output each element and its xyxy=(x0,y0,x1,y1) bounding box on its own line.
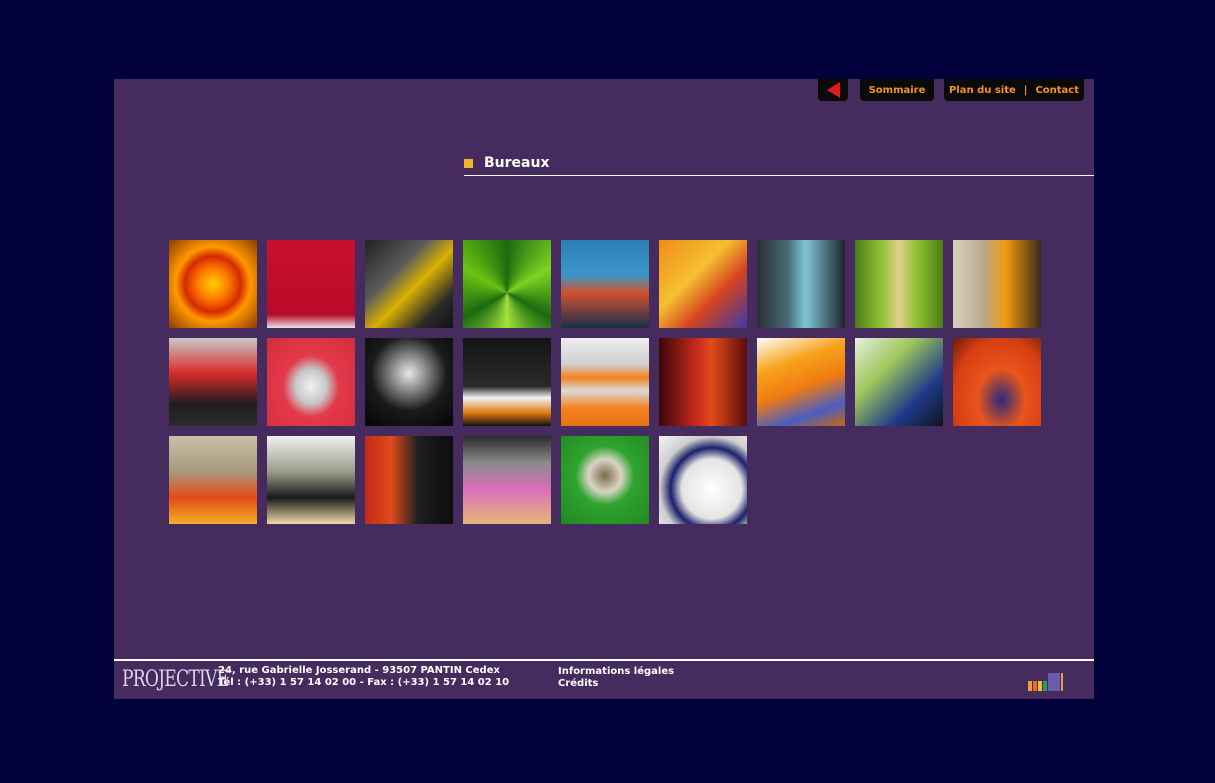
address-line: 24, rue Gabrielle Josserand - 93507 PANT… xyxy=(218,665,500,676)
gallery-thumbnail[interactable] xyxy=(561,240,649,328)
top-right-nav: Plan du site | Contact xyxy=(944,79,1084,101)
gallery-thumbnail[interactable] xyxy=(659,240,747,328)
credits-link[interactable]: Crédits xyxy=(558,678,674,690)
gallery-thumbnail[interactable] xyxy=(169,436,257,524)
gallery-thumbnail[interactable] xyxy=(757,240,845,328)
gallery-thumbnail[interactable] xyxy=(267,338,355,426)
swatch-yellow xyxy=(1038,681,1042,691)
back-button[interactable] xyxy=(818,79,848,101)
gallery-thumbnail[interactable] xyxy=(659,436,747,524)
gallery-thumbnail[interactable] xyxy=(855,338,943,426)
gallery-thumbnail[interactable] xyxy=(365,338,453,426)
gallery-thumbnail[interactable] xyxy=(463,240,551,328)
gallery-thumbnail[interactable] xyxy=(561,338,649,426)
sommaire-link[interactable]: Sommaire xyxy=(869,85,926,96)
legal-links: Informations légales Crédits xyxy=(558,666,674,690)
page-frame: Sommaire Plan du site | Contact Bureaux xyxy=(114,79,1094,699)
gallery-thumbnail[interactable] xyxy=(463,338,551,426)
gallery-thumbnail[interactable] xyxy=(463,436,551,524)
swatch-green xyxy=(1043,681,1047,691)
gallery-thumbnail[interactable] xyxy=(855,240,943,328)
section-heading: Bureaux xyxy=(464,151,1094,176)
legal-info-link[interactable]: Informations légales xyxy=(558,666,674,678)
swatch-red-orange xyxy=(1033,681,1037,691)
gallery-thumbnail[interactable] xyxy=(169,240,257,328)
gallery-thumbnail[interactable] xyxy=(267,436,355,524)
back-arrow-icon xyxy=(826,82,840,98)
swatch-purple xyxy=(1048,673,1060,691)
gallery-thumbnail[interactable] xyxy=(561,436,649,524)
color-swatch-logo xyxy=(1028,671,1064,691)
gallery-thumbnail[interactable] xyxy=(953,338,1041,426)
gallery-thumbnail[interactable] xyxy=(169,338,257,426)
gallery-thumbnail[interactable] xyxy=(365,240,453,328)
gallery-thumbnail[interactable] xyxy=(659,338,747,426)
company-address: 24, rue Gabrielle Josserand - 93507 PANT… xyxy=(218,665,509,689)
nav-separator: | xyxy=(1023,84,1028,96)
page-title: Bureaux xyxy=(484,155,550,171)
contact-link[interactable]: Contact xyxy=(1035,85,1079,96)
gallery-thumbnail[interactable] xyxy=(953,240,1041,328)
phone-fax-line: Tél : (+33) 1 57 14 02 00 - Fax : (+33) … xyxy=(218,677,510,688)
gallery-thumbnail[interactable] xyxy=(365,436,453,524)
projective-logo[interactable]: PROJECTIVE xyxy=(122,667,229,692)
gallery-thumbnail[interactable] xyxy=(267,240,355,328)
bullet-square-icon xyxy=(464,158,473,168)
gallery-thumbnail[interactable] xyxy=(757,338,845,426)
sommaire-button[interactable]: Sommaire xyxy=(860,79,934,101)
swatch-orange xyxy=(1028,681,1032,691)
footer: PROJECTIVE 24, rue Gabrielle Josserand -… xyxy=(114,659,1094,701)
swatch-line xyxy=(1061,673,1063,691)
sitemap-link[interactable]: Plan du site xyxy=(949,85,1016,96)
